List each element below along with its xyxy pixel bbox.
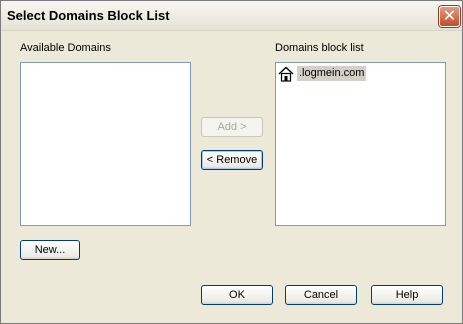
available-domains-label: Available Domains	[20, 42, 111, 54]
close-button[interactable]: ✕	[439, 6, 460, 27]
close-icon: ✕	[442, 6, 457, 25]
list-item-text: .logmein.com	[297, 66, 367, 81]
ok-button[interactable]: OK	[201, 285, 273, 305]
domains-block-list[interactable]: .logmein.com	[275, 62, 446, 226]
available-domains-list[interactable]	[20, 62, 191, 226]
dialog-window: Select Domains Block List ✕ Available Do…	[0, 0, 463, 324]
new-button[interactable]: New...	[20, 240, 80, 260]
domains-block-list-label: Domains block list	[275, 42, 364, 54]
remove-button[interactable]: < Remove	[201, 150, 263, 170]
title-bar: Select Domains Block List ✕	[1, 1, 462, 31]
house-icon	[278, 66, 294, 82]
dialog-title: Select Domains Block List	[7, 8, 170, 23]
cancel-button[interactable]: Cancel	[285, 285, 357, 305]
help-button[interactable]: Help	[371, 285, 443, 305]
add-button[interactable]: Add >	[201, 117, 263, 137]
